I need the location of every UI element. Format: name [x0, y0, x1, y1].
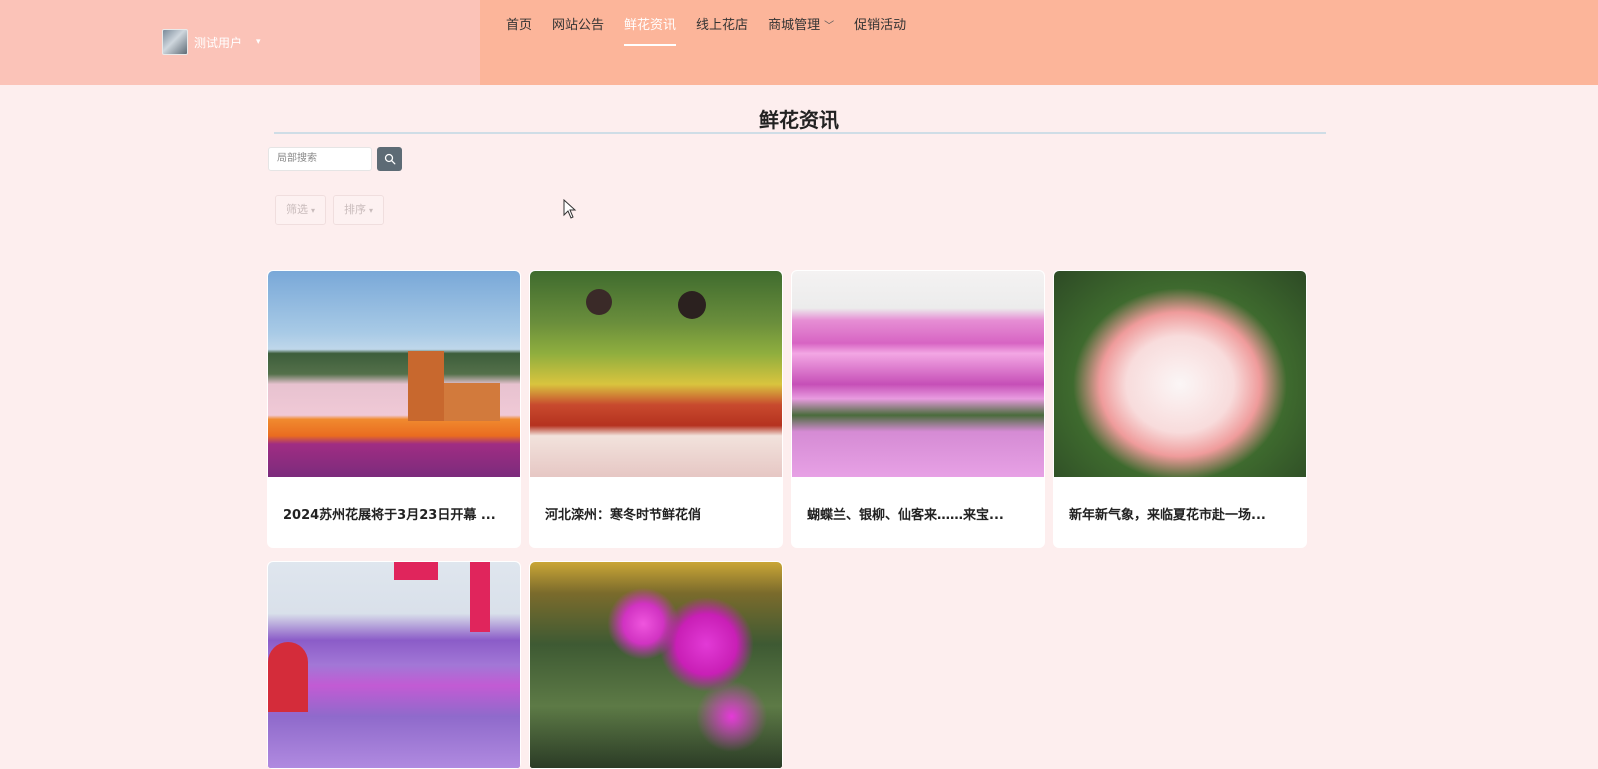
news-card[interactable]: 2024苏州花展将于3月23日开幕 ...	[267, 270, 521, 548]
person-shape	[678, 291, 706, 319]
caret-down-icon: ▾	[311, 206, 316, 215]
news-card[interactable]: 蝴蝶兰、银柳、仙客来……来宝...	[791, 270, 1045, 548]
house-shape	[444, 383, 500, 421]
title-divider	[274, 132, 1326, 134]
search-icon	[384, 153, 395, 165]
news-image	[1054, 271, 1306, 477]
nav-announcements[interactable]: 网站公告	[542, 17, 614, 47]
person-shape	[268, 642, 308, 712]
top-navbar: 测试用户 ▾ 首页 网站公告 鲜花资讯 线上花店 商城管理 ﹀ 促销活动	[0, 0, 1598, 85]
news-title: 2024苏州花展将于3月23日开幕 ...	[283, 507, 496, 523]
news-card[interactable]: 河北滦州：寒冬时节鲜花俏	[529, 270, 783, 548]
sign-shape	[394, 562, 438, 580]
person-shape	[586, 289, 612, 315]
main-nav: 首页 网站公告 鲜花资讯 线上花店 商城管理 ﹀ 促销活动	[496, 17, 916, 47]
news-title: 蝴蝶兰、银柳、仙客来……来宝...	[807, 507, 1004, 523]
navbar-left: 测试用户 ▾	[0, 0, 480, 85]
page-title: 鲜花资讯	[759, 108, 839, 132]
sign-shape	[470, 562, 490, 632]
nav-online-shop[interactable]: 线上花店	[686, 17, 758, 47]
news-image	[268, 271, 520, 477]
windmill-shape	[408, 351, 444, 421]
mouse-cursor-icon	[563, 199, 577, 219]
nav-home[interactable]: 首页	[496, 17, 542, 47]
sort-dropdown[interactable]: 排序 ▾	[333, 195, 385, 225]
news-card[interactable]: 新年新气象，来临夏花市赴一场...	[1053, 270, 1307, 548]
news-card[interactable]	[529, 561, 783, 769]
news-image	[268, 562, 520, 768]
nav-promotions[interactable]: 促销活动	[844, 17, 916, 47]
chevron-down-icon: ﹀	[824, 21, 835, 32]
nav-flower-news[interactable]: 鲜花资讯	[614, 17, 686, 47]
news-image	[792, 271, 1044, 477]
news-title: 新年新气象，来临夏花市赴一场...	[1069, 507, 1266, 523]
news-card[interactable]	[267, 561, 521, 769]
user-menu[interactable]: 测试用户 ▾	[162, 29, 261, 55]
search-input[interactable]: 局部搜索	[268, 147, 372, 171]
navbar-right: 首页 网站公告 鲜花资讯 线上花店 商城管理 ﹀ 促销活动	[480, 0, 1598, 85]
search-button[interactable]	[377, 147, 402, 171]
filter-dropdown[interactable]: 筛选 ▾	[275, 195, 327, 225]
user-avatar	[162, 29, 188, 55]
username: 测试用户	[194, 35, 243, 50]
chevron-down-icon: ▾	[256, 37, 261, 47]
caret-down-icon: ▾	[369, 206, 374, 215]
news-image	[530, 271, 782, 477]
news-image	[530, 562, 782, 768]
news-title: 河北滦州：寒冬时节鲜花俏	[545, 507, 702, 523]
nav-mall-management[interactable]: 商城管理 ﹀	[758, 17, 844, 47]
